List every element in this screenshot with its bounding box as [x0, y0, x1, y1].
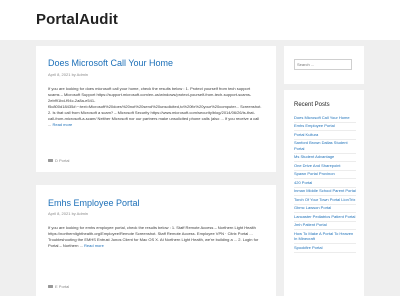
post-category: E Portal: [48, 284, 69, 289]
post-title-link[interactable]: Emhs Employee Portal: [48, 198, 140, 208]
recent-post-link[interactable]: Gbmc Lawson Portal: [294, 205, 356, 213]
widget-title: Recent Posts: [294, 102, 330, 108]
recent-post-link[interactable]: Ms Student Advantage: [294, 154, 356, 162]
post-meta: April 8, 2021 by Admin: [48, 72, 89, 77]
recent-post-link[interactable]: Emhs Employee Portal: [294, 123, 356, 131]
folder-icon: [48, 285, 53, 288]
search-widget: [284, 46, 364, 84]
post-excerpt: If you are looking for emhs employee por…: [48, 225, 262, 249]
site-title[interactable]: PortalAudit: [36, 11, 118, 28]
recent-post-link[interactable]: Inman Middle School Parent Portal: [294, 188, 356, 196]
recent-post-link[interactable]: One Drive And Sharepoint: [294, 162, 356, 171]
recent-post-link[interactable]: Spawn Portal Provinon: [294, 171, 356, 179]
site-header: PortalAudit: [0, 0, 400, 40]
recent-post-link[interactable]: 420 Portal: [294, 179, 356, 188]
folder-icon: [48, 159, 53, 162]
recent-posts-list: Does Microsoft Call Your Home Emhs Emplo…: [294, 114, 356, 253]
recent-posts-widget: Recent Posts Does Microsoft Call Your Ho…: [284, 90, 364, 296]
post-excerpt-text: If you are looking for emhs employee por…: [48, 225, 259, 248]
post-excerpt: If you are looking for does microsoft ca…: [48, 86, 262, 128]
search-input[interactable]: [294, 59, 352, 70]
recent-post-link[interactable]: Spookfire Portal: [294, 244, 356, 253]
recent-post-link[interactable]: Portal Kultura: [294, 131, 356, 140]
post-meta: April 8, 2021 by Admin: [48, 211, 89, 216]
category-link[interactable]: D Portal: [55, 158, 69, 163]
post-card: Emhs Employee Portal April 8, 2021 by Ad…: [36, 185, 276, 296]
recent-post-link[interactable]: Does Microsoft Call Your Home: [294, 114, 356, 123]
recent-post-link[interactable]: Torch Of Your Town Portal LionTrix: [294, 196, 356, 205]
recent-post-link[interactable]: Jmh Patient Portal: [294, 222, 356, 230]
category-link[interactable]: E Portal: [55, 284, 69, 289]
recent-post-link[interactable]: How To Make A Portal To Heaven In Minecr…: [294, 230, 356, 244]
post-excerpt-text: If you are looking for does microsoft ca…: [48, 86, 262, 127]
recent-post-link[interactable]: Lancaster Pediatrics Patient Portal: [294, 213, 356, 222]
recent-post-link[interactable]: Sanford Brown Dallas Student Portal: [294, 140, 356, 154]
read-more-link[interactable]: Read more: [52, 122, 72, 127]
post-category: D Portal: [48, 158, 69, 163]
read-more-link[interactable]: Read more: [84, 243, 104, 248]
post-title-link[interactable]: Does Microsoft Call Your Home: [48, 58, 173, 68]
post-card: Does Microsoft Call Your Home April 8, 2…: [36, 46, 276, 172]
